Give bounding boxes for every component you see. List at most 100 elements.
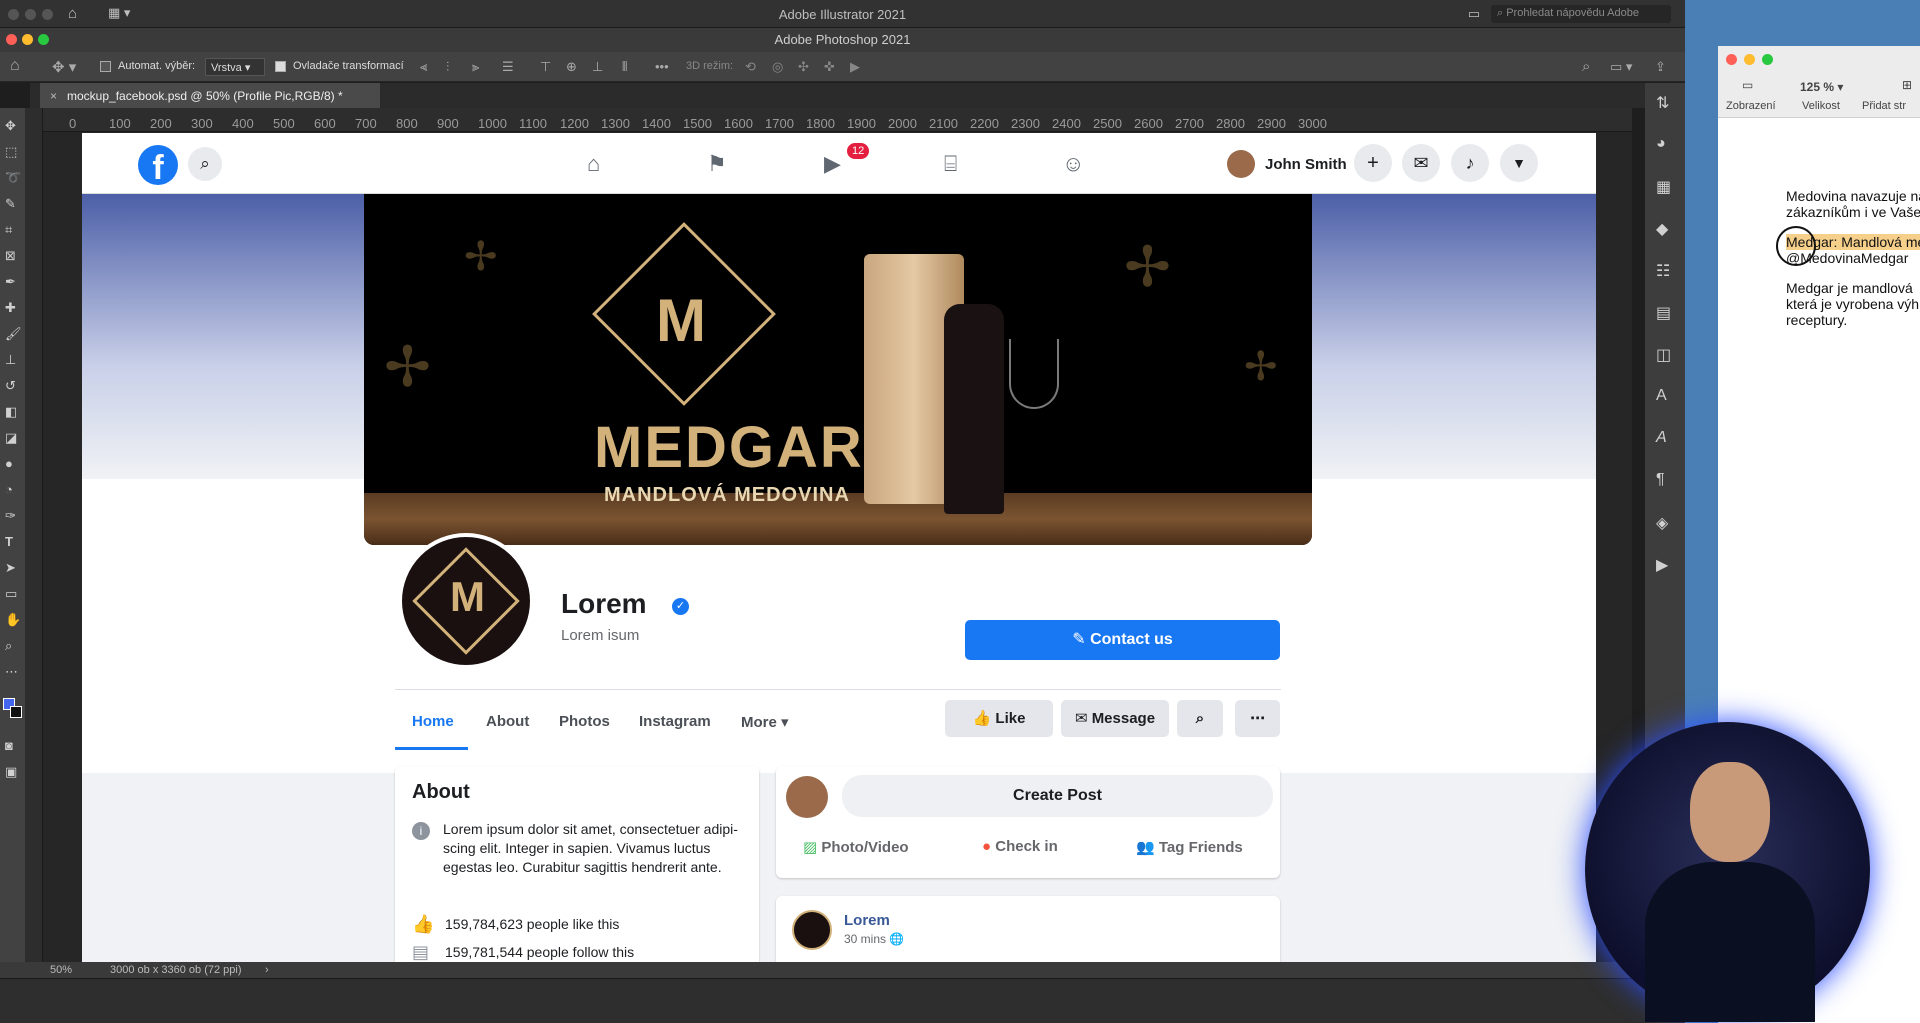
align-top-icon[interactable]: ⊤ <box>540 59 551 75</box>
pen-tool-icon[interactable]: ✑ <box>5 508 16 524</box>
history-panel-icon[interactable]: ⇅ <box>1656 93 1669 113</box>
paragraph-panel-icon[interactable]: ¶ <box>1656 471 1665 489</box>
brush-tool-icon[interactable]: 🖌 <box>5 326 22 342</box>
doc-line[interactable]: která je vyrobena výh <box>1786 296 1919 312</box>
align-middle-icon[interactable]: ⊕ <box>566 59 577 75</box>
distribute-vertical-icon[interactable]: ⫴ <box>622 59 627 75</box>
zoom-tool-icon[interactable]: ⌕ <box>5 638 12 654</box>
doc-line[interactable]: zákazníkům i ve Vaše <box>1786 204 1920 220</box>
check-in-button[interactable]: ● Check in <box>982 838 1058 855</box>
tab-more[interactable]: More ▾ <box>741 713 789 731</box>
align-left-icon[interactable]: ⫷ <box>420 59 427 75</box>
transform-controls-checkbox[interactable] <box>275 61 286 72</box>
3d-pan-icon[interactable]: ✣ <box>798 59 809 75</box>
lasso-tool-icon[interactable]: ➰ <box>5 170 21 186</box>
messenger-icon[interactable]: ✉ <box>1402 144 1440 182</box>
align-center-icon[interactable]: ⫶ <box>446 59 449 75</box>
document-canvas[interactable]: f ⌕ ⌂ ⚑ ▶ 12 ⌸ ☺ John Smith + ✉ ♪ ▼ M ME… <box>82 133 1596 963</box>
healing-brush-icon[interactable]: ✚ <box>5 300 16 316</box>
quick-select-tool-icon[interactable]: ✎ <box>5 196 16 212</box>
3d-slide-icon[interactable]: ✜ <box>824 59 835 75</box>
channels-panel-icon[interactable]: ◫ <box>1656 345 1671 365</box>
help-search-input[interactable]: ⌕ Prohledat nápovědu Adobe <box>1491 5 1671 23</box>
doc-line[interactable]: receptury. <box>1786 312 1847 328</box>
crop-tool-icon[interactable]: ⌗ <box>5 222 12 238</box>
close-tab-icon[interactable]: × <box>50 89 57 103</box>
sidebar-toggle-icon[interactable]: ▭ <box>1742 78 1753 92</box>
profile-picture[interactable]: M <box>398 533 534 669</box>
share-icon[interactable]: ⇪ <box>1655 59 1666 75</box>
account-menu-icon[interactable]: ▼ <box>1500 144 1538 182</box>
3d-camera-icon[interactable]: ▶ <box>850 59 860 75</box>
quick-mask-icon[interactable]: ◙ <box>5 738 13 753</box>
character-panel-icon[interactable]: A <box>1656 387 1667 405</box>
photo-video-button[interactable]: ▨ Photo/Video <box>803 838 909 856</box>
tab-about[interactable]: About <box>486 713 529 730</box>
distribute-icon[interactable]: ☰ <box>502 59 514 75</box>
doc-line[interactable]: Medgar je mandlová <box>1786 280 1913 296</box>
zoom-level[interactable]: 50% <box>50 964 72 976</box>
hand-tool-icon[interactable]: ✋ <box>5 612 21 628</box>
tab-photos[interactable]: Photos <box>559 713 610 730</box>
move-tool-icon[interactable]: ✥ ▾ <box>52 58 76 76</box>
search-icon[interactable]: ⌕ <box>1582 58 1590 75</box>
home-icon[interactable]: ⌂ <box>587 151 600 177</box>
status-expand-icon[interactable]: › <box>265 964 269 976</box>
gradient-tool-icon[interactable]: ◪ <box>5 430 17 446</box>
background-color-swatch[interactable] <box>10 706 22 718</box>
message-button[interactable]: ✉ Message <box>1061 700 1169 737</box>
swatches-panel-icon[interactable]: ▦ <box>1656 177 1671 197</box>
tag-friends-button[interactable]: 👥 Tag Friends <box>1136 838 1243 856</box>
rectangle-tool-icon[interactable]: ▭ <box>5 586 17 602</box>
search-icon[interactable]: ⌕ <box>188 147 222 181</box>
add-page-icon[interactable]: ⊞ <box>1902 78 1912 92</box>
like-button[interactable]: 👍 Like <box>945 700 1053 737</box>
user-profile-chip[interactable]: John Smith <box>1227 150 1347 178</box>
document-tab[interactable]: × mockup_facebook.psd @ 50% (Profile Pic,… <box>40 83 380 108</box>
type-tool-icon[interactable]: T <box>5 534 13 549</box>
libraries-panel-icon[interactable]: ◆ <box>1656 219 1668 239</box>
actions-panel-icon[interactable]: ▶ <box>1656 555 1668 575</box>
doc-line[interactable]: Medovina navazuje na <box>1786 188 1920 204</box>
post-author[interactable]: Lorem <box>844 912 890 929</box>
more-actions-button[interactable]: ⋯ <box>1235 700 1280 737</box>
facebook-logo-icon[interactable]: f <box>138 145 178 187</box>
tab-instagram[interactable]: Instagram <box>639 713 711 730</box>
frame-tool-icon[interactable]: ⊠ <box>5 248 16 264</box>
history-brush-icon[interactable]: ↺ <box>5 378 16 394</box>
notifications-bell-icon[interactable]: ♪ <box>1451 144 1489 182</box>
arrange-documents-icon[interactable]: ▭ <box>1468 6 1480 22</box>
color-panel-icon[interactable]: ◕ <box>1656 135 1666 153</box>
page-search-button[interactable]: ⌕ <box>1177 700 1223 737</box>
groups-icon[interactable]: ☺ <box>1062 151 1084 177</box>
create-post-button[interactable]: Create Post <box>842 775 1273 817</box>
contact-us-button[interactable]: ✎ Contact us <box>965 620 1280 660</box>
toolbar-label-view[interactable]: Zobrazení <box>1726 100 1776 112</box>
dodge-tool-icon[interactable]: ◔ <box>5 482 13 497</box>
doc-minimize-button[interactable] <box>1744 54 1755 65</box>
workspace-icon[interactable]: ▭ ▾ <box>1610 59 1632 75</box>
more-options-icon[interactable]: ••• <box>655 59 669 74</box>
properties-panel-icon[interactable]: ▤ <box>1656 303 1671 323</box>
watch-icon[interactable]: ▶ <box>824 151 841 177</box>
3d-orbit-icon[interactable]: ⟲ <box>745 59 756 75</box>
align-bottom-icon[interactable]: ⊥ <box>592 59 603 75</box>
auto-select-dropdown[interactable]: Vrstva ▾ <box>205 58 265 76</box>
stamp-tool-icon[interactable]: ⊥ <box>5 352 16 368</box>
3d-roll-icon[interactable]: ◎ <box>772 59 783 75</box>
toolbar-label-size[interactable]: Velikost <box>1802 100 1840 112</box>
toolbar-label-add-page[interactable]: Přidat str <box>1862 100 1906 112</box>
align-right-icon[interactable]: ⫸ <box>472 59 479 75</box>
blur-tool-icon[interactable]: ● <box>5 456 13 471</box>
auto-select-checkbox[interactable] <box>100 61 111 72</box>
layers-panel-icon[interactable]: ◈ <box>1656 513 1668 533</box>
eraser-tool-icon[interactable]: ◧ <box>5 404 17 420</box>
move-tool-icon[interactable]: ✥ <box>5 118 16 134</box>
doc-close-button[interactable] <box>1726 54 1737 65</box>
tab-home[interactable]: Home <box>412 713 454 730</box>
screen-mode-icon[interactable]: ▣ <box>5 764 17 780</box>
cover-photo[interactable]: M MEDGAR MANDLOVÁ MEDOVINA ✢ ✢ ✢ ✢ <box>364 194 1312 545</box>
path-select-icon[interactable]: ➤ <box>5 560 16 576</box>
adjustments-panel-icon[interactable]: ☷ <box>1656 261 1670 281</box>
doc-zoom-button[interactable] <box>1762 54 1773 65</box>
